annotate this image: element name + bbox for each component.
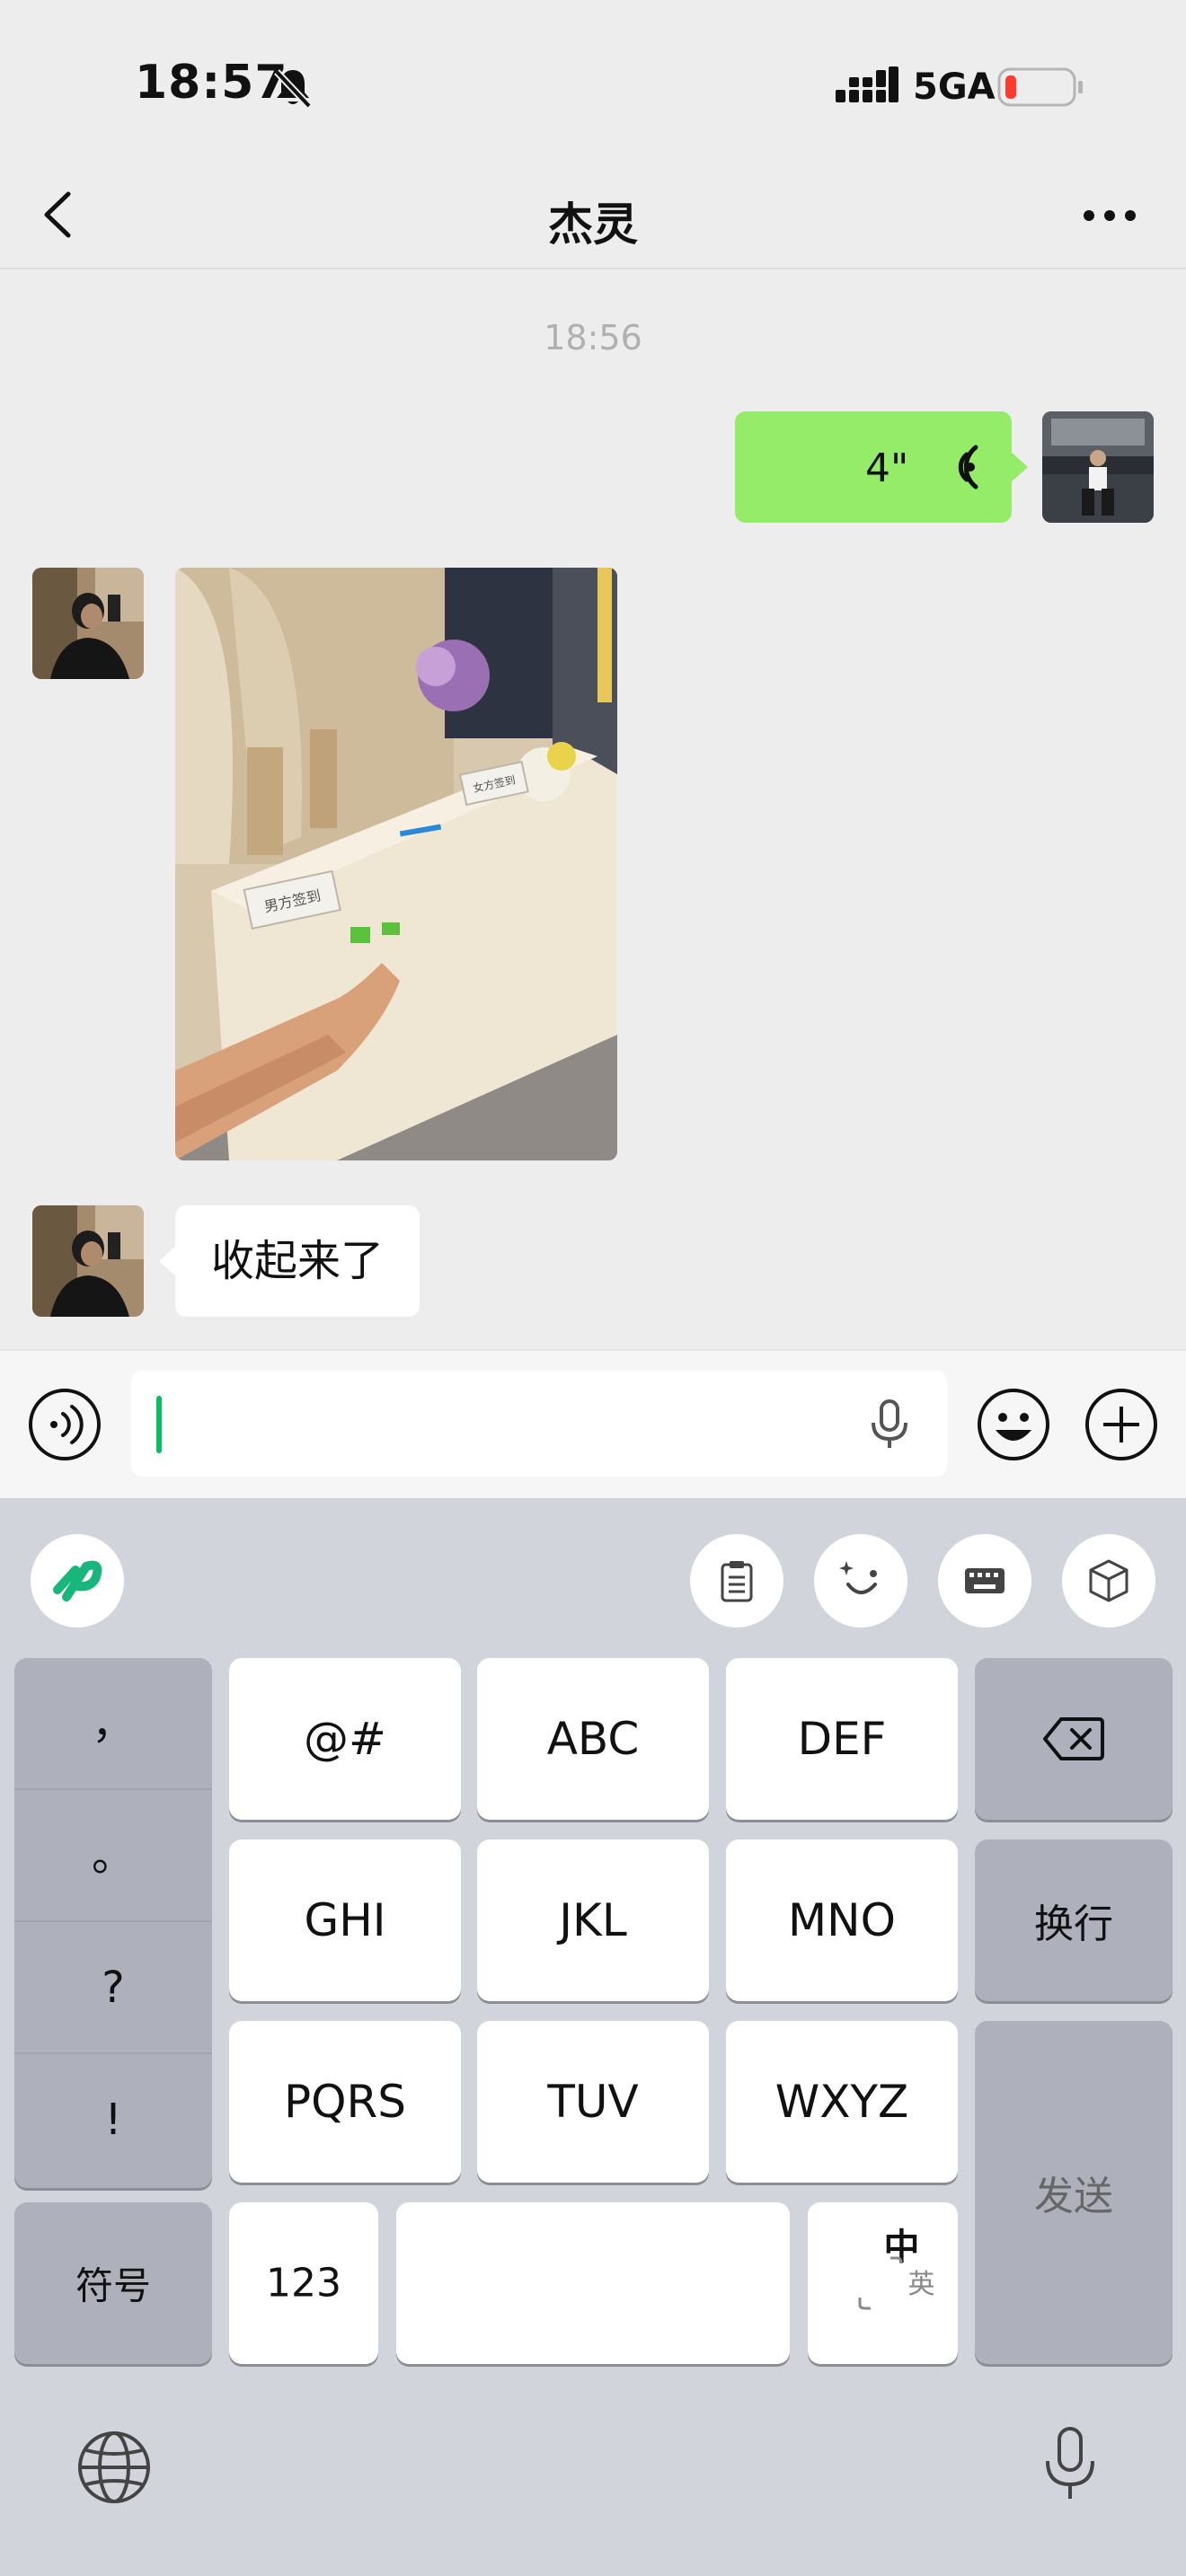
key-def[interactable]: DEF <box>726 1658 958 1820</box>
message-input[interactable] <box>131 1371 947 1477</box>
voice-wave-icon <box>958 445 978 490</box>
key-wxyz[interactable]: WXYZ <box>726 2021 958 2183</box>
key-label: 123 <box>266 2260 341 2307</box>
key-label: PQRS <box>284 2076 406 2128</box>
key-pqrs[interactable]: PQRS <box>229 2021 461 2183</box>
message-timestamp: 18:56 <box>544 318 642 357</box>
avatar-photo <box>1042 411 1154 523</box>
punct-key-question[interactable]: ? <box>14 1922 212 2054</box>
key-label: 发送 <box>1034 2174 1113 2219</box>
punct-key-comma[interactable]: ， <box>14 1658 212 1790</box>
keyboard-icon <box>965 1568 1005 1593</box>
dictation-mic-icon[interactable] <box>1030 2423 1111 2504</box>
text-cursor <box>156 1396 162 1453</box>
keyboard-logo-icon[interactable] <box>31 1534 124 1628</box>
backspace-icon <box>1043 1717 1104 1760</box>
key-label: MNO <box>788 1894 896 1946</box>
contact-avatar[interactable] <box>32 1205 144 1317</box>
emoji-icon[interactable] <box>976 1387 1051 1462</box>
key-label: DEF <box>797 1713 887 1765</box>
chat-header: 杰灵 <box>0 162 1186 269</box>
cube-icon <box>1089 1559 1128 1602</box>
my-avatar[interactable] <box>1042 411 1154 523</box>
chat-title: 杰灵 <box>548 198 638 251</box>
key-label: ABC <box>546 1713 640 1765</box>
avatar-photo <box>32 1205 144 1317</box>
key-label: WXYZ <box>774 2076 909 2128</box>
message-input-bar <box>0 1349 1186 1498</box>
language-switch-icon: 中 英 <box>808 2227 958 2317</box>
image-message[interactable]: 男方签到 女方签到 <box>175 568 617 1160</box>
backspace-key[interactable] <box>975 1658 1173 1820</box>
keyboard: ， 。 ? ! @# ABC DEF GHI JKL MNO 换行 PQRS T… <box>0 1498 1186 2576</box>
clipboard-icon <box>721 1561 753 1602</box>
avatar-photo <box>32 568 144 679</box>
key-label: GHI <box>304 1894 386 1946</box>
voice-mode-icon[interactable] <box>27 1387 102 1462</box>
key-label: TUV <box>547 2076 639 2128</box>
punctuation-column: ， 。 ? ! <box>14 1658 212 2188</box>
punct-key-exclaim[interactable]: ! <box>14 2054 212 2186</box>
cube-button[interactable] <box>1062 1534 1155 1628</box>
voice-duration: 4" <box>865 446 909 491</box>
wedding-signin-photo: 男方签到 女方签到 <box>175 568 617 1160</box>
more-icon[interactable] <box>1078 198 1141 234</box>
symbol-key[interactable]: 符号 <box>14 2202 212 2364</box>
clipboard-button[interactable] <box>690 1534 783 1628</box>
sparkle-face-icon <box>839 1561 877 1594</box>
key-ghi[interactable]: GHI <box>229 1839 461 2001</box>
switch-arrows-icon <box>858 2256 903 2310</box>
key-tuv[interactable]: TUV <box>477 2021 709 2183</box>
key-symbols[interactable]: @# <box>229 1658 461 1820</box>
language-switch-key[interactable]: 中 英 <box>808 2202 958 2364</box>
number-key[interactable]: 123 <box>229 2202 378 2364</box>
send-key[interactable]: 发送 <box>975 2021 1173 2364</box>
punct-key-period[interactable]: 。 <box>14 1790 212 1922</box>
status-time: 18:57 <box>135 56 288 110</box>
emoji-face-button[interactable] <box>814 1534 907 1628</box>
battery-low-icon <box>997 67 1083 107</box>
space-key[interactable] <box>396 2202 790 2364</box>
contact-avatar[interactable] <box>32 568 144 679</box>
globe-icon[interactable] <box>74 2427 155 2508</box>
key-jkl[interactable]: JKL <box>477 1839 709 2001</box>
network-type: 5GA <box>913 66 996 108</box>
text-message-bubble[interactable]: 收起来了 <box>158 1205 420 1317</box>
plus-icon[interactable] <box>1084 1387 1159 1462</box>
mic-icon[interactable] <box>864 1398 915 1451</box>
bell-muted-icon <box>274 69 312 109</box>
voice-message-bubble[interactable]: 4" <box>735 411 1028 523</box>
key-label: JKL <box>559 1894 627 1946</box>
newline-key[interactable]: 换行 <box>975 1839 1173 2001</box>
signal-icon <box>836 66 898 102</box>
key-abc[interactable]: ABC <box>477 1658 709 1820</box>
key-label: 符号 <box>75 2263 151 2308</box>
keyboard-switch-button[interactable] <box>938 1534 1031 1628</box>
key-label: @# <box>304 1713 386 1765</box>
status-bar: 18:57 5GA <box>0 0 1186 162</box>
key-mno[interactable]: MNO <box>726 1839 958 2001</box>
key-label: 换行 <box>1034 1901 1113 1947</box>
